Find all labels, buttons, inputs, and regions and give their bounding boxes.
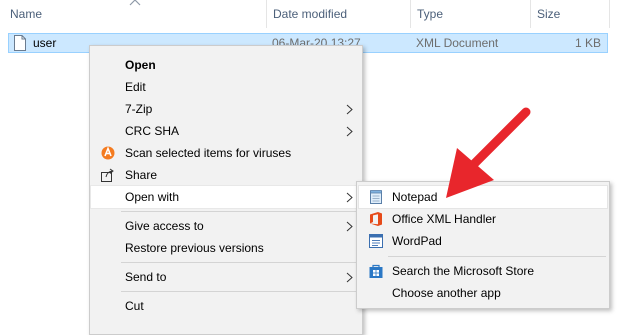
menu-item-give-access[interactable]: Give access to — [91, 215, 361, 237]
column-header: Name Date modified Type Size — [0, 0, 631, 28]
menu-item-label: CRC SHA — [125, 124, 180, 138]
file-name: user — [33, 36, 57, 50]
avast-icon — [101, 146, 115, 160]
menu-item-7zip[interactable]: 7-Zip — [91, 98, 361, 120]
submenu-item-label: WordPad — [392, 234, 442, 248]
menu-separator — [121, 291, 357, 292]
chevron-right-icon — [346, 192, 353, 203]
menu-item-open-with[interactable]: Open with — [90, 185, 362, 209]
submenu-item-notepad[interactable]: Notepad — [358, 185, 608, 209]
column-divider[interactable] — [530, 0, 531, 28]
submenu-item-office-xml-handler[interactable]: Office XML Handler — [359, 208, 607, 230]
menu-item-label: Give access to — [125, 219, 204, 233]
menu-item-restore-versions[interactable]: Restore previous versions — [91, 237, 361, 259]
wordpad-icon — [369, 234, 383, 248]
column-type[interactable]: Type — [417, 0, 443, 28]
submenu-item-label: Notepad — [392, 190, 438, 204]
chevron-right-icon — [346, 221, 353, 232]
submenu-item-wordpad[interactable]: WordPad — [359, 230, 607, 252]
menu-item-label: 7-Zip — [125, 102, 153, 116]
menu-item-label: Share — [125, 168, 158, 182]
menu-item-label: Edit — [125, 80, 146, 94]
submenu-item-label: Office XML Handler — [392, 212, 497, 226]
share-icon — [101, 168, 114, 182]
submenu-item-label: Choose another app — [392, 286, 501, 300]
menu-item-send-to[interactable]: Send to — [91, 266, 361, 288]
open-with-submenu: Notepad Office XML Handler WordPad Searc… — [356, 181, 610, 309]
file-type: XML Document — [416, 36, 499, 50]
menu-item-label: Cut — [125, 299, 144, 313]
store-icon — [369, 264, 383, 278]
menu-item-open[interactable]: Open — [91, 54, 361, 76]
menu-item-share[interactable]: Share — [91, 164, 361, 186]
menu-item-edit[interactable]: Edit — [91, 76, 361, 98]
chevron-right-icon — [346, 104, 353, 115]
menu-item-scan-viruses[interactable]: Scan selected items for viruses — [91, 142, 361, 164]
office-icon — [370, 212, 382, 226]
submenu-item-label: Search the Microsoft Store — [392, 264, 535, 278]
menu-separator — [388, 256, 606, 257]
document-icon — [14, 35, 26, 51]
column-divider[interactable] — [609, 0, 610, 28]
column-name[interactable]: Name — [10, 0, 42, 28]
file-size: 1 KB — [574, 36, 601, 50]
submenu-item-search-store[interactable]: Search the Microsoft Store — [359, 260, 607, 282]
chevron-right-icon — [346, 272, 353, 283]
menu-item-label: Scan selected items for viruses — [125, 146, 292, 160]
menu-item-cut[interactable]: Cut — [91, 295, 361, 317]
menu-item-label: Open — [125, 58, 156, 72]
chevron-right-icon — [346, 126, 353, 137]
menu-separator — [121, 211, 357, 212]
menu-item-label: Restore previous versions — [125, 241, 264, 255]
column-divider[interactable] — [410, 0, 411, 28]
submenu-item-choose-another-app[interactable]: Choose another app — [359, 282, 607, 304]
column-divider[interactable] — [266, 0, 267, 28]
notepad-icon — [370, 190, 382, 204]
column-date-modified[interactable]: Date modified — [273, 0, 347, 28]
context-menu: Open Edit 7-Zip CRC SHA Scan selected it… — [89, 45, 363, 335]
sort-ascending-icon — [129, 0, 141, 6]
menu-item-crc-sha[interactable]: CRC SHA — [91, 120, 361, 142]
column-size[interactable]: Size — [537, 0, 560, 28]
menu-separator — [121, 262, 357, 263]
menu-item-label: Send to — [125, 270, 167, 284]
menu-item-label: Open with — [125, 190, 180, 204]
